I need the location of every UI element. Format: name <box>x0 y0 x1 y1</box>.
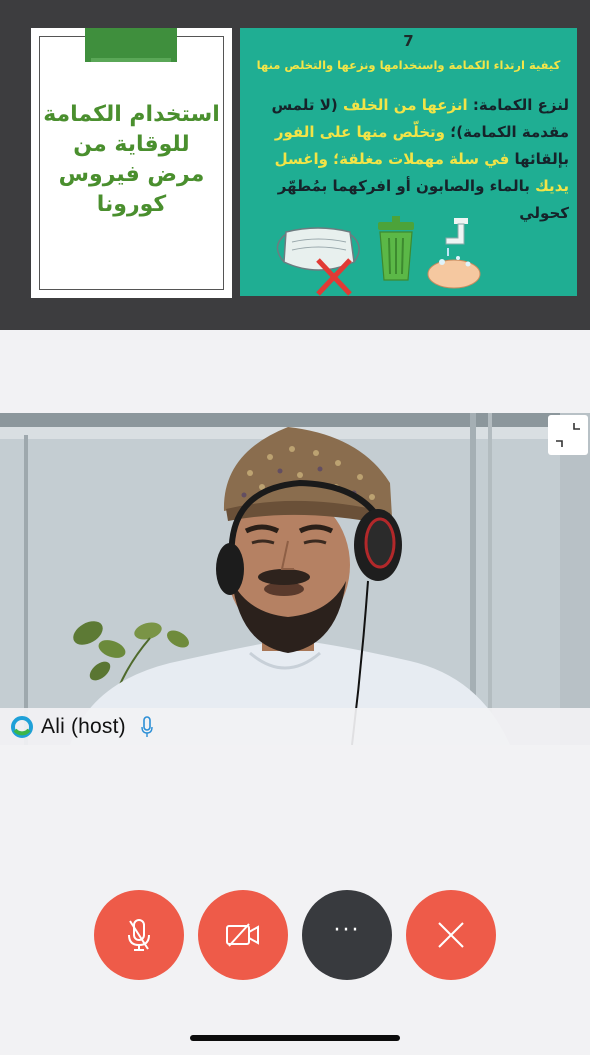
mute-button[interactable] <box>94 890 184 980</box>
microphone-icon <box>141 715 153 737</box>
trash-bin-icon <box>378 216 414 281</box>
participant-name-bar: Ali (host) <box>0 708 590 745</box>
home-indicator[interactable] <box>190 1035 400 1041</box>
minimize-icon <box>556 423 580 447</box>
more-options-button[interactable]: ··· <box>302 890 392 980</box>
slide-title-page: استخدام الكمامة للوقاية من مرض فيروس كور… <box>31 28 232 298</box>
microphone-muted-icon <box>128 919 150 951</box>
more-icon: ··· <box>333 918 361 943</box>
leave-meeting-button[interactable] <box>406 890 496 980</box>
connection-status-icon <box>11 715 33 738</box>
participant-video-feed <box>0 413 590 745</box>
hand-washing-icon <box>427 218 481 289</box>
slide-title: استخدام الكمامة للوقاية من مرض فيروس كور… <box>43 102 220 217</box>
slide-instructions: 7 كيفية ارتداء الكمامة واستخدامها ونزعها… <box>240 28 577 296</box>
shared-content-area: استخدام الكمامة للوقاية من مرض فيروس كور… <box>0 0 590 330</box>
call-controls: ··· <box>0 890 590 980</box>
participant-name: Ali (host) <box>41 714 126 738</box>
slide-green-tab <box>85 28 177 62</box>
slide-illustration <box>276 216 481 296</box>
slide-number: 7 <box>403 32 414 50</box>
body-highlight-1: انزعها من الخلف <box>342 96 468 114</box>
video-toggle-button[interactable] <box>198 890 288 980</box>
body-text-3: بإلقائها <box>509 150 570 168</box>
body-text-1: لنزع الكمامة: <box>467 96 569 114</box>
slide-body-text: لنزع الكمامة: انزعها من الخلف (لا تلمس م… <box>258 92 569 227</box>
slide-subtitle: كيفية ارتداء الكمامة واستخدامها ونزعها و… <box>256 58 561 72</box>
minimize-video-button[interactable] <box>548 415 588 455</box>
participant-video-tile[interactable]: Ali (host) <box>0 413 590 745</box>
camera-off-icon <box>226 923 259 947</box>
close-icon <box>438 922 464 948</box>
body-highlight-2: وتخلّص منها على الفور <box>274 123 445 141</box>
